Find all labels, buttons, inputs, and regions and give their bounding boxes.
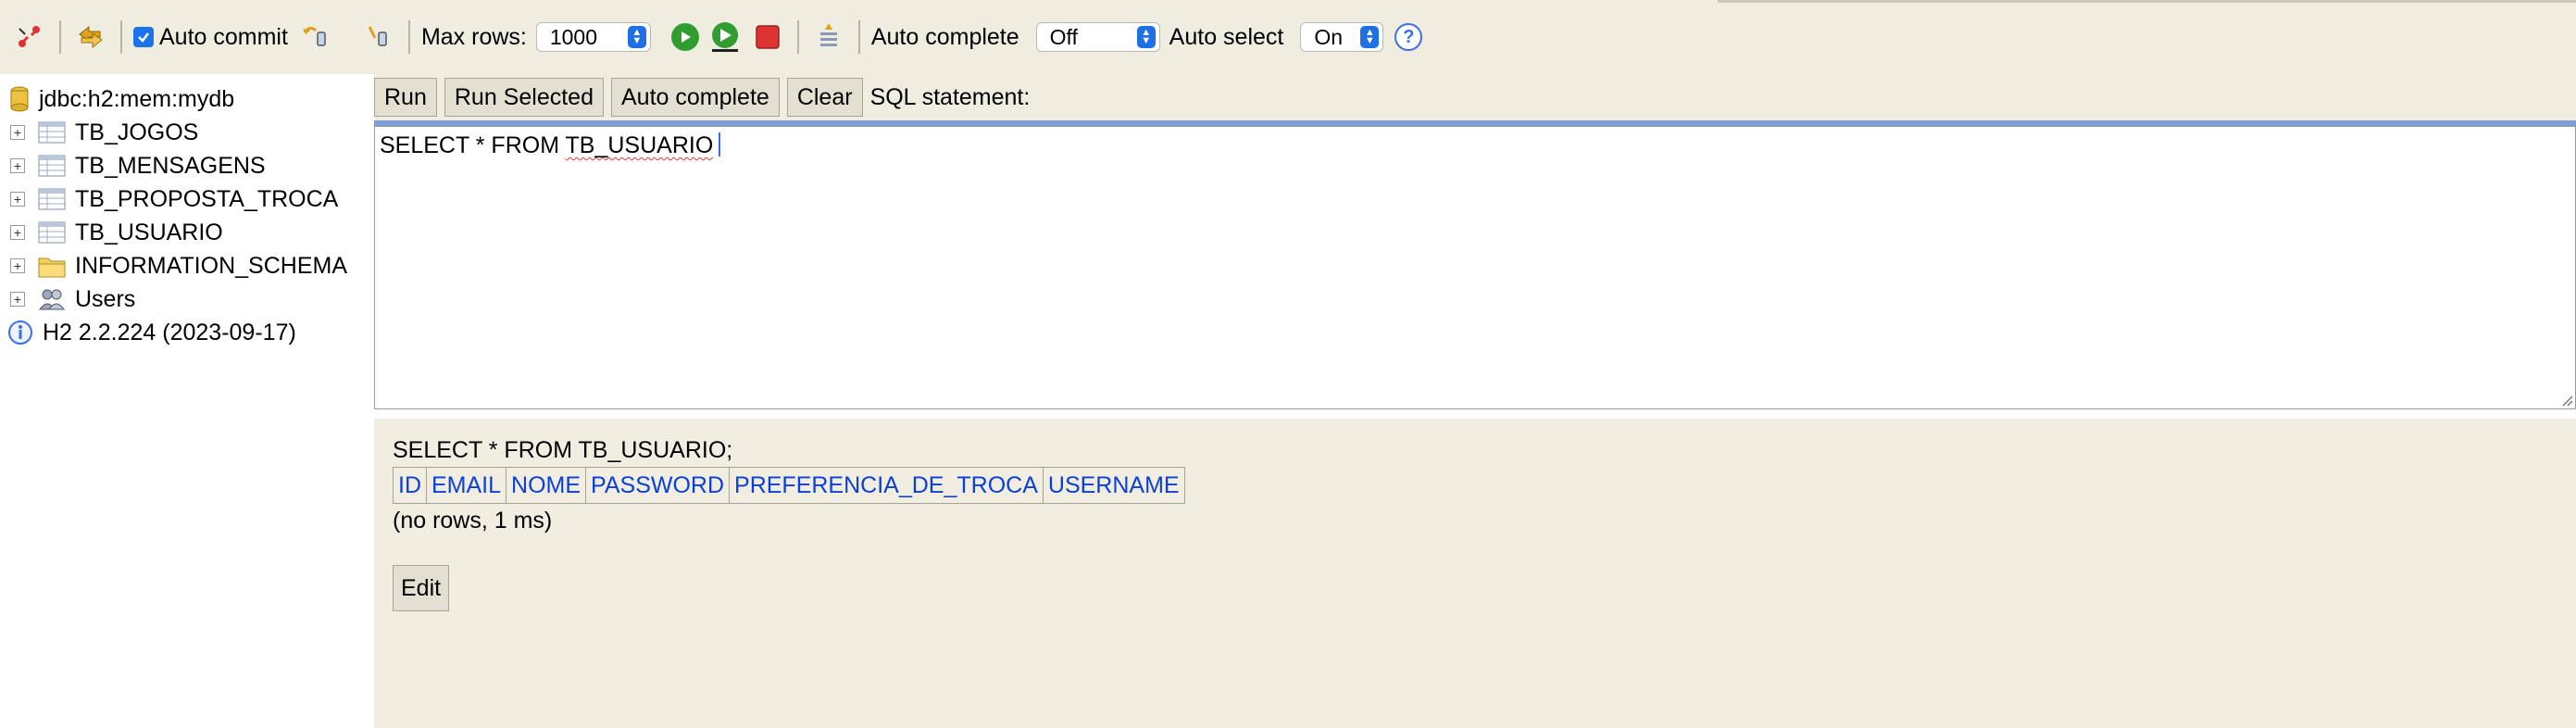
table-icon (38, 121, 66, 144)
max-rows-label: Max rows: (420, 23, 527, 50)
tree-item-users[interactable]: + Users (0, 283, 135, 315)
toolbar-separator (796, 20, 799, 54)
column-header[interactable]: EMAIL (425, 467, 507, 504)
schema-tree: jdbc:h2:mem:mydb + TB_JOGOS + TB_MENSAGE… (0, 74, 370, 728)
connection-label: jdbc:h2:mem:mydb (39, 85, 235, 112)
table-icon (38, 188, 66, 210)
run-selected-icon[interactable] (707, 19, 744, 56)
disconnect-icon[interactable] (11, 19, 48, 56)
select-arrows-icon: ▲ ▼ (1136, 26, 1156, 48)
tree-item-information-schema[interactable]: + INFORMATION_SCHEMA (0, 250, 347, 282)
clear-button[interactable]: Clear (786, 78, 863, 117)
expand-icon[interactable]: + (10, 258, 25, 273)
version-node: H2 2.2.224 (2023-09-17) (7, 317, 296, 348)
toolbar-separator (120, 20, 122, 54)
max-rows-value: 1000 (549, 24, 598, 49)
select-arrows-icon: ▲ ▼ (1360, 26, 1380, 48)
tree-item-tb-usuario[interactable]: + TB_USUARIO (0, 217, 223, 248)
stop-icon[interactable] (749, 19, 786, 56)
tree-item-tb-jogos[interactable]: + TB_JOGOS (0, 117, 198, 148)
commit-icon[interactable] (360, 19, 397, 56)
column-header[interactable]: ID (393, 467, 427, 504)
sql-prefix: SELECT * FROM (380, 132, 566, 158)
database-icon (10, 86, 29, 112)
result-table: ID EMAIL NOME PASSWORD PREFERENCIA_DE_TR… (393, 467, 1185, 504)
auto-select-value: On (1314, 24, 1344, 49)
auto-complete-select[interactable]: Off ▲ ▼ (1035, 22, 1160, 52)
max-rows-select[interactable]: 1000 ▲ ▼ (535, 22, 651, 52)
toolbar-separator (345, 20, 349, 54)
toolbar-separator (59, 20, 61, 54)
tree-item-tb-mensagens[interactable]: + TB_MENSAGENS (0, 150, 266, 182)
edit-button[interactable]: Edit (393, 565, 450, 611)
expand-icon[interactable]: + (10, 192, 25, 207)
column-header[interactable]: PREFERENCIA_DE_TROCA (729, 467, 1044, 504)
sql-statement-label: SQL statement: (869, 83, 1031, 110)
tree-item-label: TB_PROPOSTA_TROCA (75, 185, 339, 212)
history-icon[interactable] (810, 19, 847, 56)
expand-icon[interactable]: + (10, 125, 25, 140)
result-panel: SELECT * FROM TB_USUARIO; ID EMAIL NOME … (374, 419, 2576, 728)
sql-editor[interactable]: SELECT * FROM TB_USUARIO (374, 126, 2576, 409)
expand-icon[interactable]: + (10, 225, 25, 240)
auto-commit-label: Auto commit (159, 23, 288, 50)
tree-item-label: TB_MENSAGENS (75, 152, 266, 179)
auto-complete-value: Off (1049, 24, 1078, 49)
sql-text: SELECT * FROM TB_USUARIO (380, 132, 713, 158)
tree-item-label: TB_USUARIO (75, 219, 223, 245)
result-header-row: ID EMAIL NOME PASSWORD PREFERENCIA_DE_TR… (393, 467, 1185, 504)
help-icon[interactable]: ? (1394, 23, 1423, 51)
refresh-icon[interactable] (72, 19, 109, 56)
toolbar-separator (857, 20, 860, 54)
users-icon (39, 289, 65, 310)
top-divider (1718, 0, 2576, 3)
connection-node[interactable]: jdbc:h2:mem:mydb (9, 83, 234, 115)
folder-icon (38, 257, 66, 278)
info-icon (8, 320, 32, 345)
column-header[interactable]: NOME (506, 467, 587, 504)
resize-handle-icon[interactable] (2560, 394, 2573, 407)
expand-icon[interactable]: + (10, 158, 25, 173)
table-icon (38, 221, 66, 244)
result-sql: SELECT * FROM TB_USUARIO; (393, 437, 733, 463)
auto-commit-checkbox[interactable] (133, 27, 154, 47)
sql-table-name: TB_USUARIO (565, 132, 714, 158)
run-icon[interactable] (670, 23, 699, 51)
version-label: H2 2.2.224 (2023-09-17) (43, 319, 296, 345)
run-selected-button[interactable]: Run Selected (444, 78, 604, 117)
auto-complete-label: Auto complete (870, 23, 1019, 50)
text-caret (719, 132, 721, 157)
rollback-icon[interactable] (297, 19, 334, 56)
table-icon (38, 155, 66, 177)
result-info: (no rows, 1 ms) (393, 508, 553, 533)
tree-item-tb-proposta-troca[interactable]: + TB_PROPOSTA_TROCA (0, 183, 338, 215)
tree-item-label: INFORMATION_SCHEMA (75, 252, 347, 279)
tree-item-label: Users (75, 285, 136, 312)
select-arrows-icon: ▲ ▼ (627, 26, 646, 48)
auto-select-label: Auto select (1169, 23, 1284, 50)
auto-select-select[interactable]: On ▲ ▼ (1300, 22, 1384, 52)
column-header[interactable]: PASSWORD (585, 467, 731, 504)
toolbar: Auto commit Max rows: 1000 ▲ ▼ Auto comp… (0, 0, 2576, 74)
query-bar: Run Run Selected Auto complete Clear SQL… (374, 74, 2576, 120)
column-header[interactable]: USERNAME (1042, 467, 1185, 504)
tree-item-label: TB_JOGOS (75, 119, 199, 145)
auto-complete-button[interactable]: Auto complete (610, 78, 780, 117)
run-button[interactable]: Run (374, 78, 437, 117)
expand-icon[interactable]: + (10, 292, 25, 307)
toolbar-separator (407, 20, 410, 54)
